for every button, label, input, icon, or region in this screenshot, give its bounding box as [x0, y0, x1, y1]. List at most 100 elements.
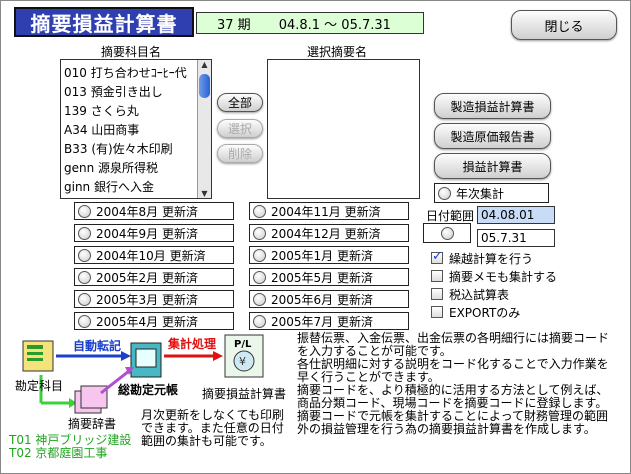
- radio-icon: [253, 248, 266, 262]
- delete-button[interactable]: 削除: [217, 144, 263, 163]
- selected-list-header: 選択摘要名: [307, 45, 368, 59]
- month-option[interactable]: 2005年3月 更新済: [74, 290, 234, 308]
- month-label: 2004年11月 更新済: [271, 204, 381, 219]
- radio-icon: [78, 314, 91, 328]
- month-label: 2004年10月 更新済: [96, 248, 206, 263]
- date-range-label: 日付範囲: [426, 209, 475, 223]
- dictionary-icon: [74, 385, 108, 414]
- radio-icon: [253, 292, 266, 306]
- option-checkbox[interactable]: 摘要メモも集計する: [431, 268, 621, 284]
- manufacturing-cost-button[interactable]: 製造原価報告書: [434, 123, 551, 149]
- checkbox-icon: [431, 288, 443, 300]
- month-option[interactable]: 2004年10月 更新済: [74, 246, 234, 264]
- radio-icon: [253, 314, 266, 328]
- account-list-item[interactable]: 013 預金引き出し: [61, 83, 211, 102]
- text-line: 外の損益管理を行う為の摘要損益計算書を作成します。: [297, 422, 596, 436]
- month-label: 2004年9月 更新済: [96, 226, 198, 241]
- account-book-icon: [22, 340, 54, 372]
- account-list-item[interactable]: B33 (有)佐々木印刷: [61, 140, 211, 159]
- select-all-button[interactable]: 全部: [217, 93, 263, 112]
- account-list-item[interactable]: ginn 銀行へ入金: [61, 178, 211, 197]
- description-text: 振替伝票、入金伝票、出金伝票の各明細行には摘要コード を入力することが可能です。各…: [297, 332, 609, 436]
- month-label: 2005年1月 更新済: [271, 248, 373, 263]
- month-label: 2005年6月 更新済: [271, 292, 373, 307]
- yearly-aggregate-option[interactable]: 年次集計: [434, 183, 549, 203]
- option-label: 繰越計算を行う: [449, 251, 534, 266]
- auto-transfer-label: 自動転記: [73, 339, 122, 353]
- select-button[interactable]: 選択: [217, 119, 263, 138]
- checkbox-icon: [431, 249, 443, 264]
- month-label: 2004年8月 更新済: [96, 204, 198, 219]
- yearly-label: 年次集計: [456, 186, 505, 201]
- radio-icon: [78, 292, 91, 306]
- result-label: 摘要損益計算書: [202, 387, 287, 401]
- period-display: 37 期 04.8.1 〜 05.7.31: [196, 12, 424, 34]
- account-list-item[interactable]: A34 山田商事: [61, 121, 211, 140]
- option-checkbox[interactable]: 繰越計算を行う: [431, 249, 621, 266]
- month-option[interactable]: 2005年1月 更新済: [249, 246, 409, 264]
- account-list-header: 摘要科目名: [101, 45, 162, 59]
- checkbox-icon: [431, 270, 443, 282]
- ledger-label: 総勘定元帳: [118, 383, 179, 397]
- date-range-option[interactable]: [423, 223, 471, 243]
- example-2: T02 京都庭園工事: [9, 446, 108, 460]
- month-option[interactable]: 2004年12月 更新済: [249, 224, 409, 242]
- svg-text:¥: ¥: [239, 355, 246, 368]
- month-label: 2004年12月 更新済: [271, 226, 381, 241]
- month-label: 2005年2月 更新済: [96, 270, 198, 285]
- pl-label: P/L: [234, 339, 252, 350]
- close-button[interactable]: 閉じる: [511, 10, 617, 40]
- note-text: 月次更新をしなくても印刷 できます。また任意の日付 範囲の集計も可能です。: [141, 409, 284, 448]
- date-from-field[interactable]: 04.08.01: [477, 206, 555, 224]
- range-label: 04.8.1 〜 05.7.31: [278, 17, 391, 33]
- option-label: 税込試算表: [449, 287, 510, 302]
- income-statement-button[interactable]: 損益計算書: [434, 153, 551, 179]
- radio-icon: [253, 204, 266, 218]
- date-to-field[interactable]: 05.7.31: [477, 229, 555, 247]
- page-title: 摘要損益計算書: [14, 7, 194, 37]
- radio-icon: [78, 270, 91, 284]
- term-label: 37 期: [217, 17, 251, 33]
- account-list-item[interactable]: 139 さくら丸: [61, 102, 211, 121]
- radio-icon: [253, 226, 266, 240]
- manufacturing-profit-button[interactable]: 製造損益計算書: [434, 93, 551, 119]
- option-checkbox[interactable]: 税込試算表: [431, 286, 621, 302]
- month-option[interactable]: 2004年11月 更新済: [249, 202, 409, 220]
- option-label: 摘要メモも集計する: [449, 269, 558, 284]
- account-list-item[interactable]: juu 住民税: [61, 197, 211, 198]
- checkbox-icon: [431, 306, 443, 318]
- dictionary-label: 摘要辞書: [68, 417, 117, 431]
- scroll-down-icon[interactable]: ▼: [198, 189, 211, 198]
- month-option[interactable]: 2005年2月 更新済: [74, 268, 234, 286]
- scroll-thumb[interactable]: [199, 74, 210, 98]
- radio-icon: [78, 248, 91, 262]
- month-option[interactable]: 2005年4月 更新済: [74, 312, 234, 330]
- month-option[interactable]: 2004年9月 更新済: [74, 224, 234, 242]
- option-label: EXPORTのみ: [449, 305, 521, 320]
- radio-icon: [438, 186, 451, 200]
- account-scrollbar[interactable]: ▲ ▼: [197, 60, 211, 198]
- month-label: 2005年5月 更新済: [271, 270, 373, 285]
- month-option[interactable]: 2004年8月 更新済: [74, 202, 234, 220]
- aggregate-label: 集計処理: [168, 337, 217, 351]
- month-option[interactable]: 2005年6月 更新済: [249, 290, 409, 308]
- month-option[interactable]: 2005年7月 更新済: [249, 312, 409, 330]
- month-label: 2005年3月 更新済: [96, 292, 198, 307]
- month-label: 2005年7月 更新済: [271, 314, 373, 329]
- radio-icon: [440, 226, 454, 240]
- radio-icon: [253, 270, 266, 284]
- ledger-icon: [130, 342, 162, 378]
- selected-listbox[interactable]: [267, 59, 420, 199]
- radio-icon: [78, 204, 91, 218]
- text-line: 範囲の集計も可能です。: [141, 434, 272, 448]
- month-option[interactable]: 2005年5月 更新済: [249, 268, 409, 286]
- radio-icon: [78, 226, 91, 240]
- option-checkbox[interactable]: EXPORTのみ: [431, 304, 621, 320]
- window: 摘要損益計算書 37 期 04.8.1 〜 05.7.31 閉じる 摘要科目名 …: [0, 0, 631, 474]
- scroll-up-icon[interactable]: ▲: [198, 60, 211, 69]
- account-listbox[interactable]: 010 打ち合わせｺｰﾋｰ代 013 預金引き出し 139 さくら丸 A34 山田商事…: [60, 59, 212, 199]
- account-list-item[interactable]: 010 打ち合わせｺｰﾋｰ代: [61, 64, 211, 83]
- month-label: 2005年4月 更新済: [96, 314, 198, 329]
- account-label: 勘定科目: [15, 379, 64, 393]
- account-list-item[interactable]: genn 源泉所得税: [61, 159, 211, 178]
